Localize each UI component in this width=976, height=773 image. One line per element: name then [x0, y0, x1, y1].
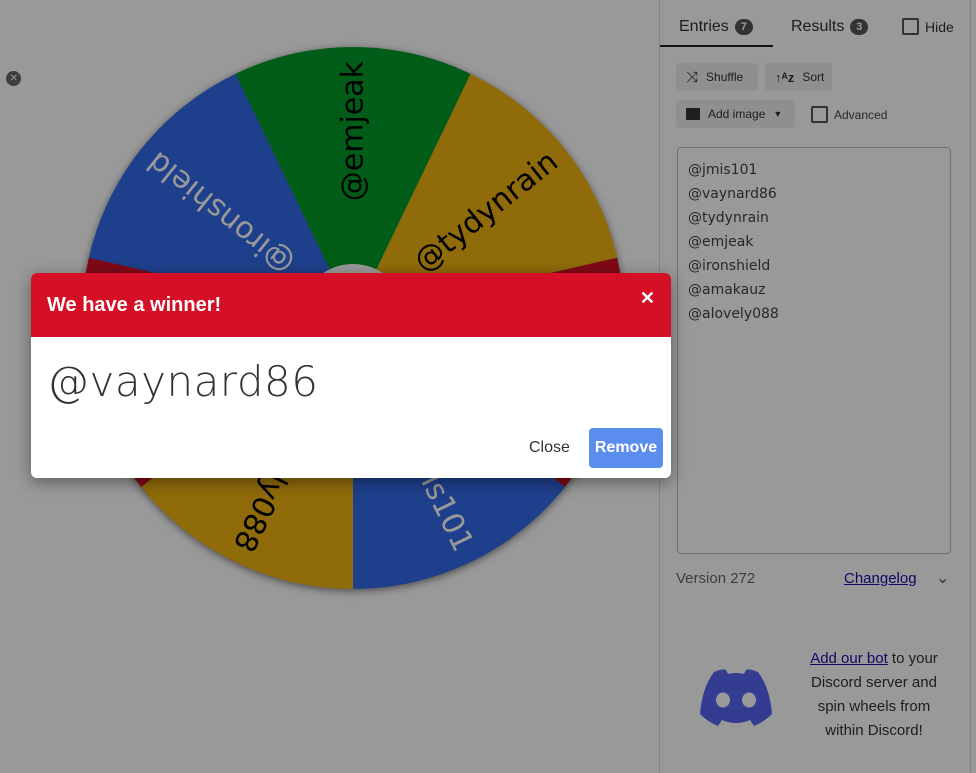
- winner-name: @vaynard86: [47, 357, 319, 406]
- close-icon[interactable]: ✕: [640, 288, 655, 309]
- dialog-header: We have a winner! ✕: [31, 273, 671, 337]
- remove-button[interactable]: Remove: [589, 428, 663, 468]
- dialog-title: We have a winner!: [47, 294, 222, 316]
- close-button[interactable]: Close: [529, 439, 570, 457]
- winner-dialog: We have a winner! ✕ @vaynard86 Close Rem…: [31, 273, 671, 478]
